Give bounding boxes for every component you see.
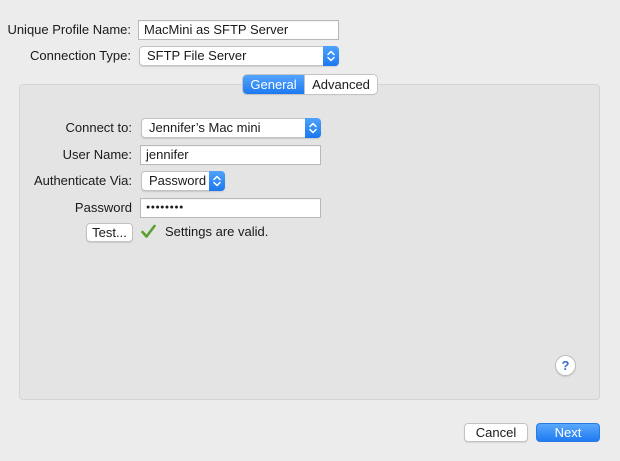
checkmark-icon (141, 224, 156, 238)
authenticate-via-label: Authenticate Via: (33, 173, 132, 188)
status-text: Settings are valid. (165, 224, 269, 239)
connect-to-label: Connect to: (65, 120, 133, 135)
tab-general[interactable]: General (243, 75, 304, 94)
popup-arrows-icon (305, 118, 321, 138)
connect-to-value: Jennifer’s Mac mini (149, 120, 261, 135)
authenticate-via-value: Password (149, 173, 207, 188)
password-field[interactable]: ●●●●●●●● (140, 198, 321, 218)
help-button[interactable]: ? (555, 355, 576, 376)
cancel-button[interactable]: Cancel (464, 423, 528, 442)
popup-arrows-icon (209, 171, 225, 191)
connection-type-popup[interactable]: SFTP File Server (139, 46, 339, 66)
tab-advanced[interactable]: Advanced (304, 75, 377, 94)
authenticate-via-popup[interactable]: Password (141, 171, 225, 191)
unique-profile-name-label: Unique Profile Name: (7, 22, 131, 37)
tab-bar: General Advanced (243, 75, 377, 94)
user-name-label: User Name: (62, 147, 132, 162)
test-button[interactable]: Test... (86, 223, 133, 242)
user-name-field[interactable]: jennifer (140, 145, 321, 165)
popup-arrows-icon (323, 46, 339, 66)
next-button[interactable]: Next (536, 423, 600, 442)
password-label: Password (74, 200, 132, 215)
connect-to-popup[interactable]: Jennifer’s Mac mini (141, 118, 321, 138)
unique-profile-name-field[interactable]: MacMini as SFTP Server (138, 20, 339, 40)
connection-type-value: SFTP File Server (147, 48, 247, 63)
connection-type-label: Connection Type: (30, 48, 131, 63)
